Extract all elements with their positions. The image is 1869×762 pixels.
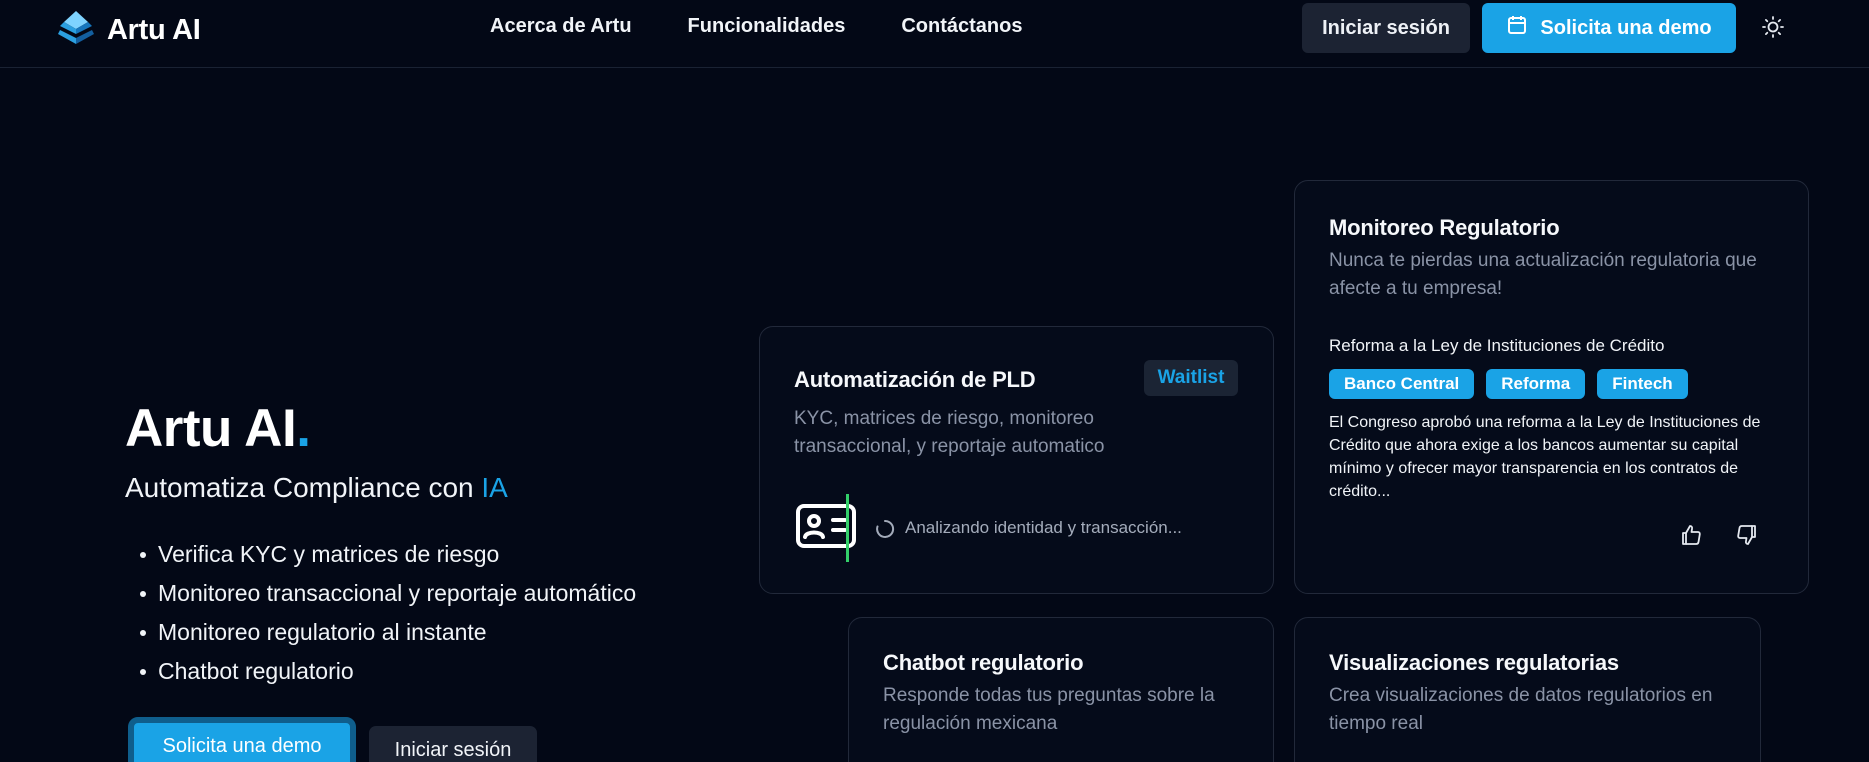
- request-demo-label: Solicita una demo: [1540, 16, 1712, 39]
- card-description: Crea visualizaciones de datos regulatori…: [1329, 685, 1713, 734]
- hero-request-demo-label: Solicita una demo: [162, 734, 322, 757]
- thumbs-up-icon[interactable]: [1679, 523, 1703, 552]
- brand[interactable]: Artu AI: [55, 8, 201, 53]
- tag-badge[interactable]: Banco Central: [1329, 369, 1475, 399]
- login-button-label: Iniciar sesión: [1322, 16, 1450, 39]
- brand-name: Artu AI: [107, 14, 201, 46]
- hero-subtitle: Automatiza Compliance con IA: [125, 472, 508, 504]
- nav-link-contact[interactable]: Contáctanos: [901, 15, 1022, 38]
- news-body: El Congreso aprobó una reforma a la Ley …: [1329, 414, 1761, 500]
- nav-links: Acerca de Artu Funcionalidades Contáctan…: [490, 15, 1022, 38]
- status-text: Analizando identidad y transacción...: [905, 518, 1182, 537]
- tag-badge[interactable]: Fintech: [1597, 369, 1688, 399]
- hero-request-demo-button[interactable]: Solicita una demo: [128, 717, 356, 762]
- card-regulatory-monitoring: Monitoreo Regulatorio Nunca te pierdas u…: [1294, 180, 1809, 594]
- scan-line: [846, 494, 849, 562]
- calendar-icon: [1506, 14, 1528, 42]
- hero-title-text: Artu AI: [125, 399, 297, 458]
- feature-list: Verifica KYC y matrices de riesgo Monito…: [139, 541, 636, 697]
- hero-title-dot: .: [296, 399, 311, 458]
- spinner-icon: [875, 519, 895, 544]
- hero-subtitle-prefix: Automatiza Compliance con: [125, 472, 482, 503]
- card-title: Automatización de PLD: [794, 367, 1036, 392]
- card-description: Responde todas tus preguntas sobre la re…: [883, 685, 1215, 734]
- card-description: KYC, matrices de riesgo, monitoreo trans…: [794, 408, 1105, 457]
- card-description: Nunca te pierdas una actualización regul…: [1329, 250, 1757, 299]
- waitlist-badge[interactable]: Waitlist: [1144, 360, 1238, 396]
- card-title: Monitoreo Regulatorio: [1329, 215, 1560, 240]
- list-item: Chatbot regulatorio: [139, 658, 636, 697]
- list-item: Verifica KYC y matrices de riesgo: [139, 541, 636, 580]
- login-button[interactable]: Iniciar sesión: [1302, 3, 1470, 53]
- card-pld-automation: Automatización de PLD Waitlist KYC, matr…: [759, 326, 1274, 594]
- card-title: Visualizaciones regulatorias: [1329, 650, 1619, 675]
- news-headline: Reforma a la Ley de Instituciones de Cré…: [1329, 336, 1665, 355]
- layered-pyramid-logo-icon: [55, 8, 97, 53]
- request-demo-button[interactable]: Solicita una demo: [1482, 3, 1736, 53]
- tag-badge[interactable]: Reforma: [1486, 369, 1586, 399]
- nav-link-about[interactable]: Acerca de Artu: [490, 15, 632, 38]
- list-item: Monitoreo transaccional y reportaje auto…: [139, 580, 636, 619]
- sun-icon[interactable]: [1760, 14, 1786, 40]
- card-title: Chatbot regulatorio: [883, 650, 1084, 675]
- hero-subtitle-accent: IA: [481, 472, 508, 503]
- card-chatbot: Chatbot regulatorio Responde todas tus p…: [848, 617, 1274, 762]
- top-nav: Artu AI Acerca de Artu Funcionalidades C…: [0, 0, 1869, 68]
- card-visualizations: Visualizaciones regulatorias Crea visual…: [1294, 617, 1761, 762]
- list-item: Monitoreo regulatorio al instante: [139, 619, 636, 658]
- tag-list: Banco Central Reforma Fintech: [1329, 369, 1688, 399]
- hero-login-button[interactable]: Iniciar sesión: [369, 726, 537, 762]
- hero-login-label: Iniciar sesión: [394, 738, 512, 761]
- hero-title: Artu AI.: [125, 398, 311, 459]
- nav-link-features[interactable]: Funcionalidades: [688, 15, 846, 38]
- thumbs-down-icon[interactable]: [1735, 523, 1759, 552]
